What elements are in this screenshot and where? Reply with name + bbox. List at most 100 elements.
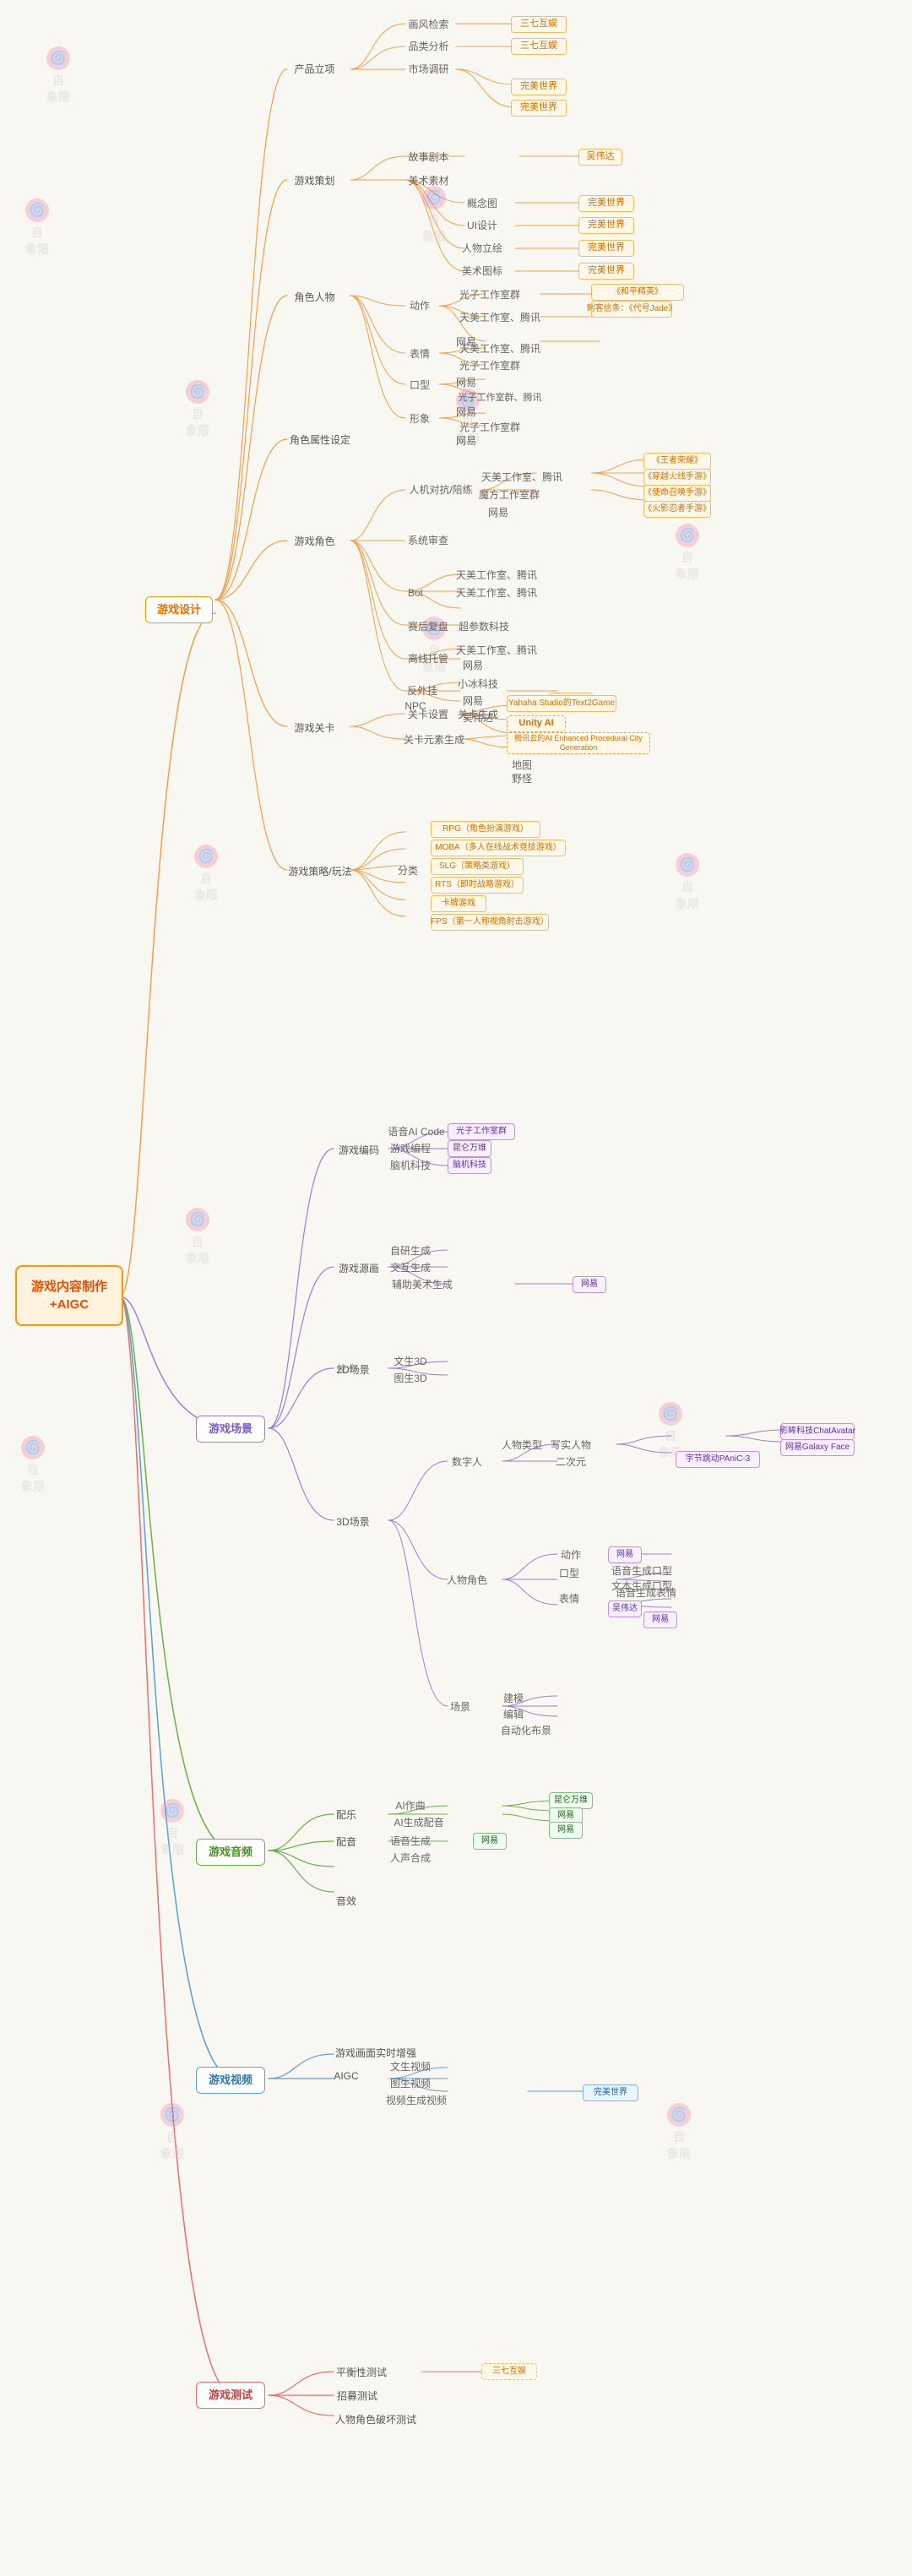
node-inter-gen: 交互生成 — [388, 1259, 432, 1276]
node-game-audio: 游戏音频 — [196, 1839, 265, 1866]
node-review: 系统审查 — [400, 532, 456, 549]
node-offline-sub2: 网易 — [456, 657, 490, 674]
node-pvp: 人机对抗/陪练 — [400, 481, 481, 498]
node-coding-sub2: 游戏编程 — [388, 1140, 432, 1157]
node-product: 产品立项 — [283, 60, 346, 79]
node-dubbing: 配音 — [331, 1833, 361, 1851]
node-balance-test: 平衡性测试 — [329, 2363, 394, 2382]
node-level-elem: 关卡元素生成 — [400, 731, 468, 748]
node-img-sub2: 网易 — [449, 432, 483, 449]
node-game-design: 游戏设计 — [145, 596, 213, 623]
node-scene-area: 场景 — [445, 1698, 475, 1715]
tag-voice-netease: 网易 — [549, 1822, 583, 1839]
node-char-art: 人物立绘 — [460, 240, 504, 257]
tag-video-mw: 完美世界 — [583, 2084, 638, 2101]
node-scene-build: 建模 — [498, 1690, 529, 1707]
node-level: 游戏关卡 — [283, 719, 346, 737]
node-3d-scene: 3D场景 — [331, 1513, 375, 1531]
node-image: 形象 — [403, 410, 437, 427]
node-bot-sub1: 天美工作室、腾讯 — [456, 567, 537, 584]
node-char-role-expr: 表情 — [554, 1590, 584, 1607]
tag-mw-5: 完美世界 — [578, 240, 634, 257]
node-expr-voice: 语音生成表情 — [608, 1584, 684, 1601]
node-anticheat: 反外挂 — [400, 682, 444, 699]
node-game-char: 游戏角色 — [283, 532, 346, 551]
tag-chuan: 《穿越火线手游》 — [643, 469, 711, 486]
node-voice-gen: 语音生成 — [388, 1833, 432, 1850]
node-replay: 赛后复盘 — [400, 618, 456, 635]
node-self-gen: 自研生成 — [388, 1242, 432, 1259]
watermark-7: 🌀 自象限 — [194, 845, 218, 904]
tag-rpg: RPG（角色扮演游戏） — [431, 821, 540, 838]
tag-rts: RTS（即时战略游戏） — [431, 877, 524, 894]
node-char-role: 人物角色 — [445, 1572, 489, 1589]
node-ui: UI设计 — [460, 217, 504, 234]
node-bot-sub2: 天美工作室、腾讯 — [456, 584, 537, 601]
node-game-video: 游戏视频 — [196, 2067, 265, 2094]
node-ai-voice-gen: AI生成配音 — [388, 1814, 449, 1831]
node-bot: Bot — [400, 584, 431, 601]
watermark-11: 🌀 自象限 — [21, 1436, 45, 1495]
watermark-4: 🌀 自象限 — [422, 186, 446, 245]
watermark-2: 🌀 自象限 — [25, 198, 49, 258]
tag-37-1: 三七互娱 — [511, 16, 567, 33]
node-sfx: 音效 — [331, 1892, 361, 1910]
tag-mw-3: 完美世界 — [578, 195, 634, 212]
node-2d-text3d: 文生3D — [388, 1353, 432, 1370]
node-digital-human: 数字人 — [445, 1454, 489, 1470]
node-field: 野怪 — [507, 770, 537, 787]
watermark-3: 🌀 自象限 — [186, 380, 209, 439]
tag-wwd-1: 吴伟达 — [578, 149, 622, 166]
node-char-test: 人物角色破坏测试 — [329, 2410, 422, 2429]
node-scene-auto: 自动化布景 — [498, 1722, 554, 1739]
tag-unity-ai: Unity AI — [507, 715, 566, 732]
node-expr-sub3: 网易 — [449, 374, 483, 391]
node-aigc-video: AIGC — [329, 2067, 363, 2085]
tag-yahaha: Yahaha Studio的Text2Game — [507, 695, 616, 712]
node-coding-sub3: 脑机科技 — [388, 1157, 432, 1174]
tag-photon: 光子工作室群 — [448, 1123, 515, 1140]
root-node: 游戏内容制作 +AIGC — [15, 1265, 123, 1326]
node-coding-sub1: 语音AI Code — [388, 1123, 444, 1140]
tag-netease-art: 网易 — [573, 1276, 606, 1293]
node-action-sub1: 光子工作室群 — [449, 286, 530, 303]
tag-huoying: 《火影忍者手游》 — [643, 501, 711, 518]
node-mouth: 口型 — [403, 377, 437, 394]
tag-wanjiu: 昆仑万维 — [448, 1140, 491, 1157]
tag-fps: FPS（第一人称视角射击游戏） — [431, 914, 549, 931]
node-mouth-sub2: 网易 — [449, 404, 483, 421]
watermark-8: 🌀 自象限 — [676, 524, 699, 583]
node-vocal-synth: 人声合成 — [388, 1850, 432, 1867]
node-img-video: 图生视频 — [388, 2075, 432, 2092]
node-pvp-sub3: 网易 — [481, 504, 515, 521]
node-strategy: 游戏策略/玩法 — [283, 862, 357, 881]
node-human-type: 人物类型 — [500, 1437, 544, 1454]
tag-moba: MOBA（多人在线战术竞技游戏） — [431, 840, 566, 856]
watermark-10: 🌀 自象限 — [676, 853, 699, 912]
node-level-gen: 关卡生成 — [456, 706, 500, 723]
tag-chuanyue: 刺客信条：《代号Jade》 — [591, 301, 672, 318]
watermark-1: 🌀 自象限 — [46, 46, 70, 106]
node-art-style: 画风检索 — [401, 16, 456, 33]
watermark-9: 🌀 自象限 — [186, 1208, 209, 1267]
node-aux-art: 辅助美术生成 — [388, 1276, 456, 1293]
tag-mw-4: 完美世界 — [578, 217, 634, 234]
node-story: 故事剧本 — [401, 149, 456, 166]
label-tech-2d: 技术 — [331, 1353, 361, 1387]
node-char-role-action: 动作 — [554, 1546, 588, 1563]
node-game-scene: 游戏场景 — [196, 1416, 265, 1443]
node-ai-compose: AI作曲 — [388, 1797, 432, 1814]
node-video-video: 视频生成视频 — [388, 2092, 444, 2109]
node-market: 市场调研 — [401, 61, 456, 78]
node-2d-anime: 写实人物 — [554, 1437, 588, 1454]
tag-role-action-netease: 网易 — [608, 1546, 642, 1563]
tag-mw-2: 完美世界 — [511, 100, 567, 117]
node-char-attr: 角色属性设定 — [283, 432, 357, 448]
node-classify: 分类 — [393, 862, 423, 879]
node-2d-img3d: 图生3D — [388, 1370, 432, 1387]
tag-37-2: 三七互娱 — [511, 38, 567, 55]
tag-wzry: 《王者荣耀》 — [643, 453, 711, 470]
mindmap-container: 🌀 自象限 🌀 自象限 🌀 自象限 🌀 自象限 🌀 自象限 🌀 自象限 🌀 自象… — [0, 0, 912, 2576]
node-recruit-test: 招募测试 — [329, 2387, 385, 2405]
watermark-13: 🌀 自象限 — [160, 1799, 184, 1858]
